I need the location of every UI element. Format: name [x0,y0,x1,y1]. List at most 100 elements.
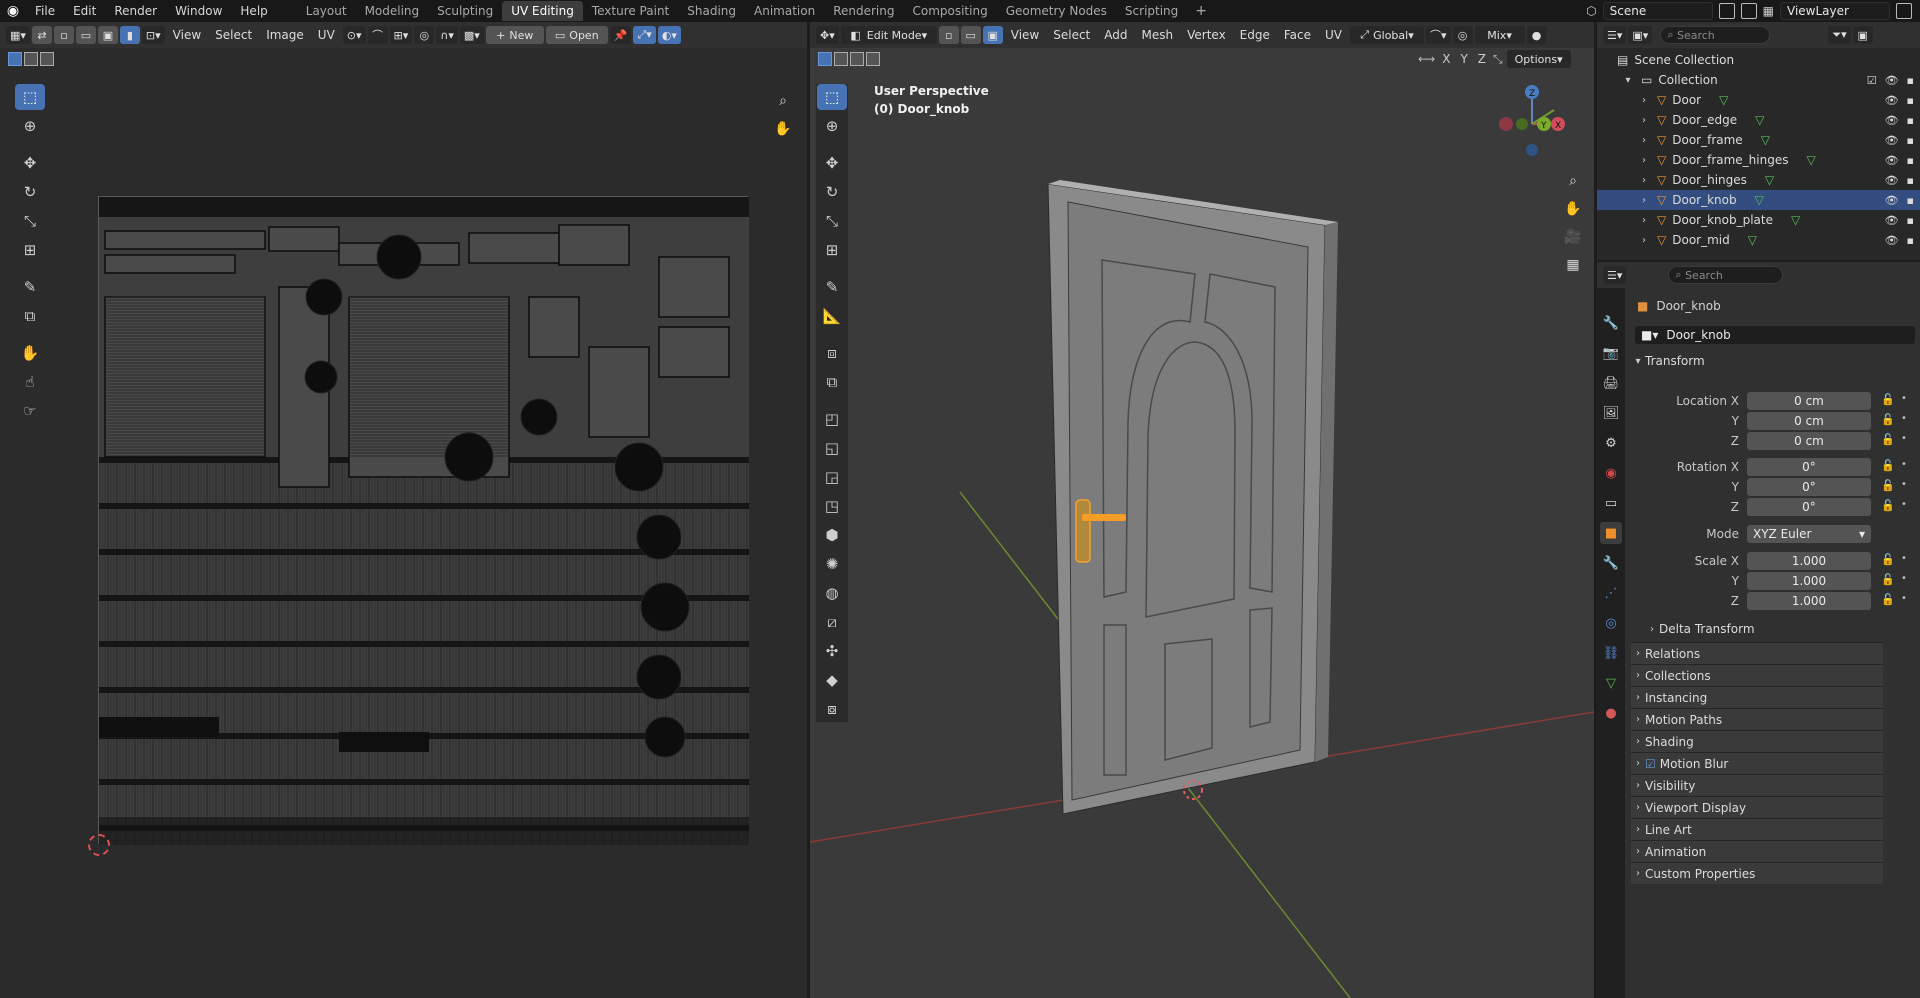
expand-arrow-icon[interactable]: › [1637,235,1651,246]
axis-x-toggle[interactable]: X [1439,52,1453,66]
annotate-tool-icon[interactable]: ✎ [15,274,45,300]
mesh-data-icon[interactable]: ▽ [1791,213,1800,227]
shrink-fatten-tool-icon[interactable]: ✣ [817,638,847,664]
zoom-view-icon[interactable]: ⌕ [772,90,794,112]
measure-tool-icon[interactable]: 📐 [817,303,847,329]
modifier-tab-icon[interactable]: 🔧 [1600,552,1622,574]
vp-select-box-tool-icon[interactable]: ⬚ [817,84,847,110]
mesh-data-icon[interactable]: ▽ [1748,233,1757,247]
outliner-editor-type-icon[interactable]: ☰▾ [1603,26,1627,44]
expand-arrow-icon[interactable]: › [1637,115,1651,126]
scene-collection-row[interactable]: ▤ Scene Collection [1617,50,1905,70]
outliner-item-door[interactable]: › ▽ Door ▽ 👁 ▪ [1597,90,1920,110]
tab-layout[interactable]: Layout [297,1,356,21]
outliner-item-door-knob[interactable]: › ▽ Door_knob ▽ 👁 ▪ [1597,190,1920,210]
material-tab-icon[interactable]: ● [1600,702,1622,724]
camera-view-icon[interactable]: 🎥 [1562,226,1584,248]
keyframe-dot-icon[interactable]: • [1901,433,1907,444]
snap-toggle-icon[interactable]: ⌒▾ [1426,26,1451,44]
navigation-gizmo[interactable]: Z X Y [1492,84,1572,164]
panel-custom-properties[interactable]: › Custom Properties [1631,862,1883,884]
blender-logo-icon[interactable]: ◉ [0,0,26,22]
mesh-data-icon[interactable]: ▽ [1765,173,1774,187]
scale-z-field[interactable]: 1.000 [1747,592,1871,610]
scale-y-field[interactable]: 1.000 [1747,572,1871,590]
vp-menu-view[interactable]: View [1005,22,1045,48]
scale-x-field[interactable]: 1.000 [1747,552,1871,570]
bevel-tool-icon[interactable]: ◱ [817,435,847,461]
mirror-icon[interactable]: ⟷ [1418,52,1435,66]
menu-help[interactable]: Help [231,0,276,22]
vp-menu-uv[interactable]: UV [1319,22,1348,48]
pivot-icon[interactable]: ⊙▾ [342,26,366,44]
vp-menu-edge[interactable]: Edge [1234,22,1276,48]
tab-scripting[interactable]: Scripting [1116,1,1187,21]
expand-arrow-icon[interactable]: › [1637,135,1651,146]
vp-select-invert-icon[interactable] [866,52,880,66]
rotation-x-field[interactable]: 0° [1747,458,1871,476]
tab-modeling[interactable]: Modeling [356,1,429,21]
view-layer-selector[interactable]: ViewLayer [1780,2,1890,20]
new-collection-icon[interactable]: ▣ [1852,26,1873,44]
falloff-icon[interactable]: ∩▾ [436,26,458,44]
uv-menu-uv[interactable]: UV [312,22,341,48]
vp-menu-face[interactable]: Face [1278,22,1317,48]
axis-y-toggle[interactable]: Y [1457,52,1470,66]
mesh-data-icon[interactable]: ▽ [1719,93,1728,107]
camera-icon[interactable]: ▪ [1907,154,1914,167]
panel-animation[interactable]: › Animation [1631,840,1883,862]
expand-arrow-icon[interactable]: › [1637,95,1651,106]
proportional-edit-icon[interactable]: ◎ [414,26,435,44]
scale-tool-icon[interactable]: ⤡ [15,208,45,234]
outliner-item-door-hinges[interactable]: › ▽ Door_hinges ▽ 👁 ▪ [1597,170,1920,190]
rotate-tool-icon[interactable]: ↻ [15,179,45,205]
grab-tool-icon[interactable]: ✋ [15,340,45,366]
uv-sync-icon[interactable]: ⇄ [31,26,52,44]
properties-editor[interactable]: ☰▾ ⌕ Search 🔧 📷 🖨 🖼 ⚙ ◉ ▭ ■ 🔧 ⋰ ◎ ⛓ ▽ ● … [1597,262,1920,998]
tool-tab-icon[interactable]: 🔧 [1600,312,1622,334]
scene-tab-icon[interactable]: ⚙ [1600,432,1622,454]
add-workspace-button[interactable]: + [1187,3,1215,19]
lock-icon[interactable]: 🔓 [1881,573,1895,586]
delete-scene-icon[interactable] [1740,3,1757,19]
object-browse-icon[interactable]: ■▾ [1641,328,1658,342]
auto-merge-icon[interactable]: ⤡ [1493,52,1503,67]
render-tab-icon[interactable]: 📷 [1600,342,1622,364]
face-select-mode-icon[interactable]: ▣ [982,26,1003,44]
lock-icon[interactable]: 🔓 [1881,459,1895,472]
transform-panel-header[interactable]: ▾ Transform [1631,350,1883,372]
camera-icon[interactable]: ▪ [1907,194,1914,207]
keyframe-dot-icon[interactable]: • [1901,593,1907,604]
editor-type-icon[interactable]: ▦▾ [6,26,30,44]
keyframe-dot-icon[interactable]: • [1901,479,1907,490]
collection-row[interactable]: ▾ ▭ Collection ☑ 👁 ▪ [1597,70,1920,90]
expand-arrow-icon[interactable]: › [1637,175,1651,186]
camera-icon[interactable]: ▪ [1907,174,1914,187]
object-name-field[interactable]: ■▾ Door_knob [1635,326,1915,344]
panel-relations[interactable]: › Relations [1631,642,1883,664]
eye-icon[interactable]: 👁 [1885,114,1899,127]
edge-slide-tool-icon[interactable]: ⧄ [817,609,847,635]
eye-icon[interactable]: 👁 [1885,214,1899,227]
edge-select-mode-icon[interactable]: ▭ [960,26,981,44]
camera-icon[interactable]: ▪ [1907,94,1914,107]
panel-visibility[interactable]: › Visibility [1631,774,1883,796]
vp-menu-select[interactable]: Select [1047,22,1096,48]
panel-motion-blur[interactable]: › ☑ Motion Blur [1631,752,1883,774]
select-box-subtract-icon[interactable] [40,52,54,66]
sticky-mode-icon[interactable]: ⊡▾ [141,26,165,44]
options-dot-icon[interactable]: ● [1526,26,1547,44]
filter-icon[interactable]: ⏷▾ [1828,26,1851,44]
eye-icon[interactable]: 👁 [1885,174,1899,187]
new-image-button[interactable]: + New [485,26,544,44]
keyframe-dot-icon[interactable]: • [1901,413,1907,424]
uv-select-mode-edge-icon[interactable]: ▭ [75,26,96,44]
eye-icon[interactable]: 👁 [1885,134,1899,147]
uv-editor[interactable]: ▦▾ ⇄ ▫ ▭ ▣ ▮ ⊡▾ View Select Image UV ⊙▾ … [0,22,807,998]
uv-island-layout[interactable] [98,196,749,845]
pinch-tool-icon[interactable]: ☞ [15,398,45,424]
shear-tool-icon[interactable]: ◆ [817,667,847,693]
pan-view-icon[interactable]: ✋ [772,118,794,140]
vp-annotate-tool-icon[interactable]: ✎ [817,274,847,300]
uv-select-mode-face-icon[interactable]: ▣ [97,26,118,44]
